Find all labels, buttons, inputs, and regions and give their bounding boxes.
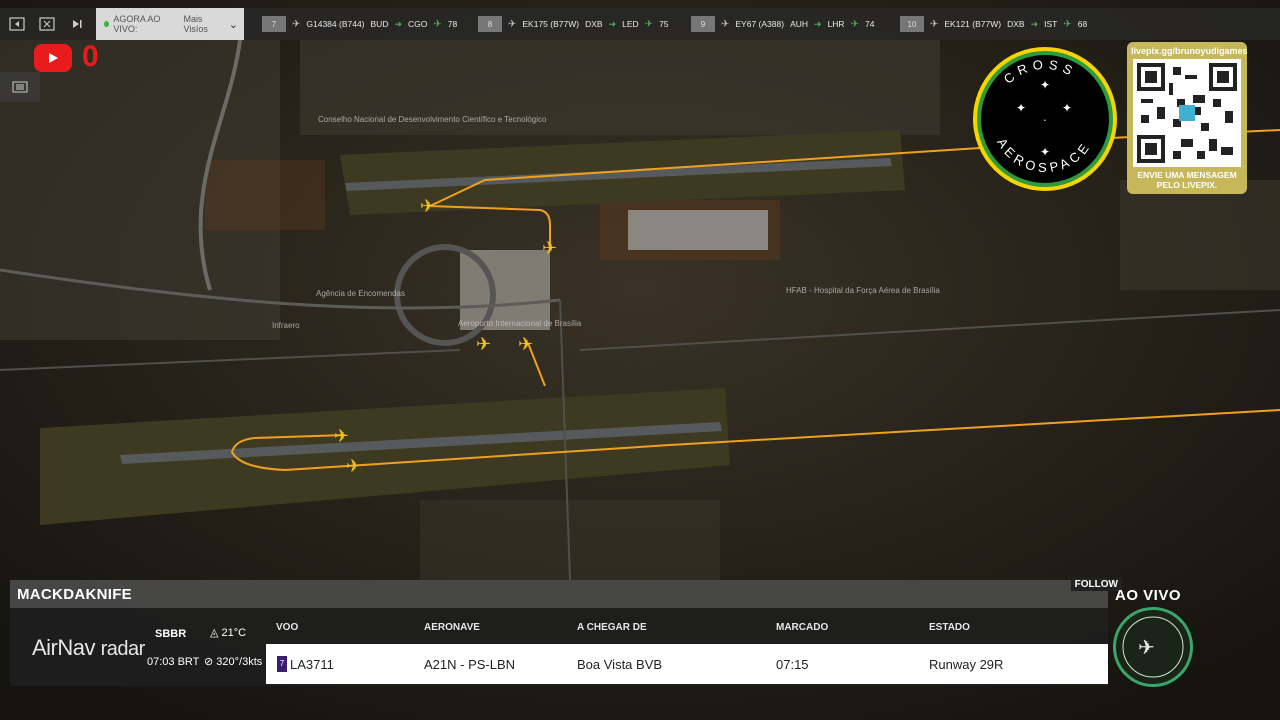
flight-code: EK121 (B77W): [944, 19, 1002, 29]
plane-icon: ✈: [508, 18, 517, 30]
flight-index: 8: [478, 16, 502, 32]
header-marcado: MARCADO: [776, 622, 829, 633]
map-label: Infraero: [272, 321, 300, 330]
plane-icon: ✈: [644, 18, 654, 30]
flight-origin: AUH: [790, 19, 809, 29]
screen-icon[interactable]: [34, 11, 60, 37]
live-label: AGORA AO VIVO:: [113, 14, 161, 34]
plane-icon: ✈: [721, 18, 730, 30]
cross-aerospace-logo: CROSS AEROSPACE ✦✦ ✦✦•: [973, 47, 1117, 191]
svg-text:✦: ✦: [1040, 78, 1050, 92]
ao-vivo-label: AO VIVO: [1115, 587, 1182, 604]
flight-destination: CGO: [408, 19, 428, 29]
cell-marcado: 07:15: [776, 657, 809, 672]
airport-code: SBBR: [155, 628, 187, 640]
arrow-right-icon: ➜: [814, 18, 822, 29]
plane-icon: ✈: [518, 334, 533, 354]
map-label: HFAB - Hospital da Força Aérea de Brasíl…: [786, 286, 940, 295]
local-time: 07:03 BRT: [147, 656, 200, 668]
svg-text:✦: ✦: [1040, 145, 1050, 159]
live-dot-icon: [104, 21, 110, 27]
plane-icon: ✈: [292, 18, 301, 30]
wind: ⊘ 320°/3kts: [204, 655, 262, 668]
brand-main: AirNav: [32, 635, 96, 660]
flight-origin: DXB: [585, 19, 603, 29]
cell-aeronave: A21N - PS-LBN: [424, 657, 516, 672]
flight-index: 7: [262, 16, 286, 32]
cell-estado: Runway 29R: [929, 657, 1004, 672]
flight-count: 68: [1077, 19, 1088, 29]
list-icon[interactable]: [0, 72, 40, 102]
plane-icon: ✈: [433, 18, 442, 30]
chevron-down-icon: ⌄: [228, 18, 238, 31]
airnav-logo: AirNav radar: [32, 635, 145, 661]
brand-sub: radar: [100, 638, 146, 660]
flight-origin: BUD: [370, 19, 389, 29]
svg-text:•: •: [1044, 118, 1046, 124]
qr-message: ENVIE UMA MENSAGEM PELO LIVEPIX.: [1137, 170, 1237, 190]
flight-ticker-item[interactable]: 10 ✈ EK121 (B77W) DXB ➜ IST ✈ 68: [900, 8, 1087, 40]
table-row[interactable]: 7 LA3711 A21N - PS-LBN Boa Vista BVB 07:…: [266, 644, 1108, 684]
temperature-icon: ◬: [210, 627, 219, 639]
flight-code: EK175 (B77W): [522, 19, 580, 29]
cell-origem: Boa Vista BVB: [577, 657, 663, 672]
header-origem: A CHEGAR DE: [577, 622, 647, 633]
plane-icon: ✈: [334, 426, 349, 446]
wind-icon: ⊘: [204, 656, 214, 668]
flight-ticker-item[interactable]: 9 ✈ EY67 (A388) AUH ➜ LHR ✈ 74: [691, 8, 874, 40]
svg-text:✦: ✦: [1016, 101, 1026, 115]
header-estado: ESTADO: [929, 622, 970, 633]
flight-origin: DXB: [1007, 19, 1025, 29]
airline-flag-icon: 7: [277, 656, 287, 672]
livepix-qr-card[interactable]: livepix.gg/brunoyudigames ENVIE UMA MENS…: [1127, 42, 1248, 194]
flight-index: 9: [691, 16, 715, 32]
flight-index: 10: [900, 16, 924, 32]
skip-forward-icon[interactable]: [64, 11, 90, 37]
youtube-count: 0: [82, 40, 99, 73]
flight-destination: LED: [622, 19, 639, 29]
temperature-value: 21°C: [221, 627, 247, 639]
flight-destination: IST: [1044, 19, 1058, 29]
callsign: MACKDAKNIFE: [17, 586, 132, 603]
map-label: Conselho Nacional de Desenvolvimento Cie…: [318, 115, 547, 124]
flight-ticker-item[interactable]: 8 ✈ EK175 (B77W) DXB ➜ LED ✈ 75: [478, 8, 669, 40]
plane-icon: ✈: [346, 456, 361, 476]
flight-count: 74: [864, 19, 875, 29]
arrow-right-icon: ➜: [1030, 18, 1039, 29]
arrow-right-icon: ➜: [394, 18, 403, 29]
wind-value: 320°/3kts: [216, 656, 263, 668]
header-aeronave: AERONAVE: [424, 622, 480, 633]
qr-code: [1133, 59, 1241, 167]
live-select[interactable]: AGORA AO VIVO: Mais Visíos ⌄: [96, 8, 244, 40]
youtube-icon[interactable]: [34, 44, 72, 72]
flight-count: 75: [659, 19, 669, 29]
flight-destination: LHR: [827, 19, 845, 29]
flight-count: 78: [447, 19, 458, 29]
skip-back-icon[interactable]: [4, 11, 30, 37]
live-value: Mais Visíos: [183, 14, 208, 34]
map-label: Aeroporto Internacional de Brasília: [458, 319, 582, 328]
cell-voo: LA3711: [290, 657, 334, 672]
plane-icon: ✈: [930, 18, 939, 30]
qr-url: livepix.gg/brunoyudigames: [1131, 46, 1248, 56]
temperature: ◬ 21°C: [210, 626, 246, 639]
flight-info-panel: MACKDAKNIFE FOLLOW AirNav radar SBBR 07:…: [10, 578, 1122, 686]
channel-badge-logo: ✈: [1113, 607, 1193, 687]
flight-code: EY67 (A388): [735, 19, 785, 29]
panel-header: MACKDAKNIFE FOLLOW: [10, 578, 1122, 608]
map-label: Agência de Encomendas: [316, 289, 405, 298]
svg-text:✈: ✈: [1138, 637, 1155, 659]
plane-icon: ✈: [420, 196, 435, 216]
stage: ✈ ✈ ✈ ✈ ✈ ✈ Conselho Nacional de Desenvo…: [0, 0, 1280, 720]
arrow-right-icon: ➜: [608, 18, 617, 29]
flight-code: G14384 (B744): [306, 19, 365, 29]
plane-icon: ✈: [1063, 18, 1072, 30]
top-toolbar: AGORA AO VIVO: Mais Visíos ⌄ 7 ✈ G14384 …: [0, 8, 1280, 40]
svg-text:✦: ✦: [1062, 101, 1072, 115]
flight-ticker-item[interactable]: 7 ✈ G14384 (B744) BUD ➜ CGO ✈ 78: [262, 8, 457, 40]
plane-icon: ✈: [542, 238, 557, 258]
plane-icon: ✈: [476, 334, 491, 354]
plane-icon: ✈: [850, 18, 859, 30]
header-voo: VOO: [276, 622, 299, 633]
